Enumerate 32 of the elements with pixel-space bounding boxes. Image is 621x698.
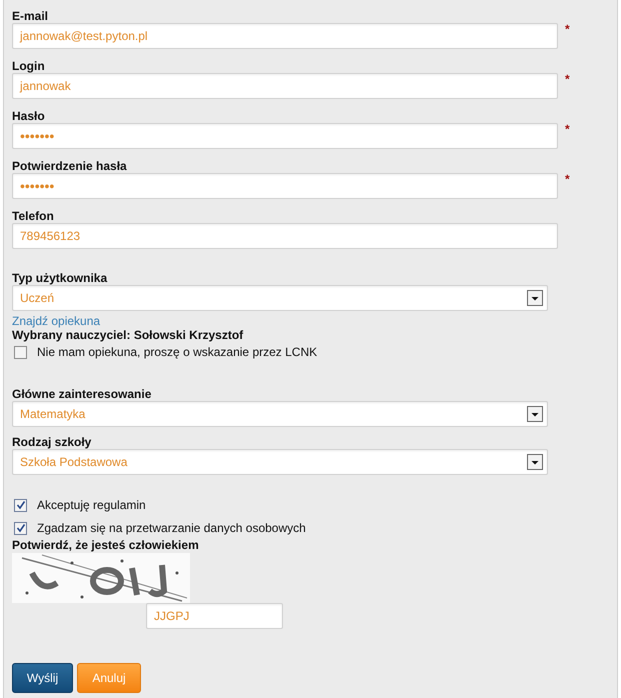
field-label: Rodzaj szkoły — [12, 435, 92, 449]
dropdown[interactable]: Szkoła Podstawowa — [12, 449, 548, 475]
input-field[interactable]: jannowak@test.pyton.pl — [12, 23, 558, 49]
required-marker: * — [565, 123, 570, 135]
required-marker: * — [565, 173, 570, 185]
field-label: Typ użytkownika — [12, 271, 108, 285]
checkbox-label: Nie mam opiekuna, proszę o wskazanie przez LCNK — [37, 345, 318, 359]
input-field[interactable]: ••••••• — [12, 123, 558, 149]
field-label: Telefon — [12, 209, 54, 223]
captcha-input[interactable]: JJGPJ — [146, 603, 283, 629]
form-button[interactable]: Anuluj — [77, 663, 141, 693]
checkbox[interactable] — [14, 498, 27, 512]
form-button[interactable]: Wyślij — [12, 663, 73, 693]
checkbox-label: Akceptuję regulamin — [37, 498, 146, 512]
input-field[interactable]: ••••••• — [12, 173, 558, 199]
input-field[interactable]: 789456123 — [12, 223, 558, 249]
field-label: E-mail — [12, 9, 48, 23]
dropdown[interactable]: Uczeń — [12, 285, 548, 311]
checkbox-label: Zgadzam się na przetwarzanie danych osobowych — [37, 521, 306, 535]
field-label: Login — [12, 59, 45, 73]
required-marker: * — [565, 73, 570, 85]
field-label: Hasło — [12, 109, 45, 123]
field-label: Główne zainteresowanie — [12, 387, 152, 401]
checkbox[interactable] — [14, 522, 27, 534]
required-marker: * — [565, 23, 570, 35]
find-guardian-link[interactable]: Znajdź opiekuna — [12, 314, 100, 328]
captcha-label: Potwierdź, że jesteś człowiekiem — [12, 538, 199, 552]
input-field[interactable]: jannowak — [12, 73, 558, 99]
selected-teacher: Wybrany nauczyciel: Sołowski Krzysztof — [12, 328, 244, 342]
dropdown[interactable]: Matematyka — [12, 401, 548, 427]
checkbox[interactable] — [14, 346, 27, 358]
field-label: Potwierdzenie hasła — [12, 159, 127, 173]
